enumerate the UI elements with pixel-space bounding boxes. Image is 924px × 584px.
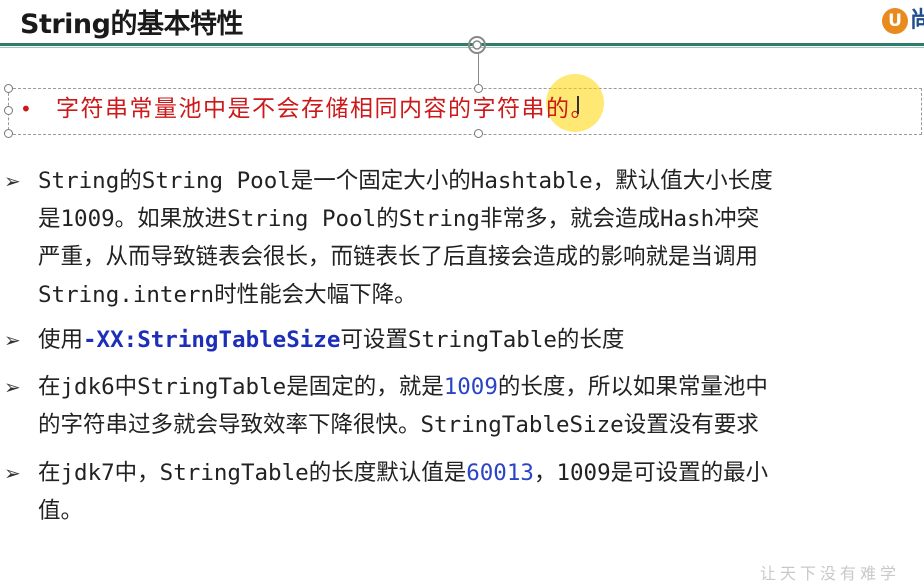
resize-handle-bottom-left[interactable] xyxy=(4,129,13,138)
text-prefix: 在jdk6中StringTable是固定的，就是 xyxy=(38,374,444,400)
resize-handle-top-left[interactable] xyxy=(4,84,13,93)
list-item-text: 使用-XX:StringTableSize可设置StringTable的长度 xyxy=(38,321,922,359)
arrow-bullet-icon: ➢ xyxy=(4,461,21,485)
list-item-text: 在jdk6中StringTable是固定的，就是1009的长度，所以如果常量池中… xyxy=(38,368,922,444)
text-prefix: 在jdk7中，StringTable的长度默认值是 xyxy=(38,460,467,486)
line: 严重，从而导致链表会很长，而链表长了后直接会造成的影响就是当调用 xyxy=(38,244,759,270)
brand-logo: U 尚 xyxy=(882,6,924,38)
text-suffix: 可设置StringTable的长度 xyxy=(340,327,625,353)
logo-mark-icon: U xyxy=(882,8,908,34)
line: 在jdk6中StringTable是固定的，就是1009的长度，所以如果常量池中 xyxy=(38,368,922,406)
slide-title: String的基本特性 xyxy=(20,9,243,40)
arrow-bullet-icon: ➢ xyxy=(4,169,21,193)
line: String.intern时性能会大幅下降。 xyxy=(38,282,417,308)
resize-handle-mid-left[interactable] xyxy=(4,106,13,115)
text-suffix: ，1009是可设置的最小 xyxy=(533,460,769,486)
highlight-number: 60013 xyxy=(466,460,534,486)
resize-handle-top-center[interactable] xyxy=(474,84,483,93)
line: 在jdk7中，StringTable的长度默认值是60013，1009是可设置的… xyxy=(38,454,922,492)
title-divider-thin xyxy=(0,47,924,48)
text-suffix: 的长度，所以如果常量池中 xyxy=(497,374,768,400)
logo-text: 尚 xyxy=(910,8,924,33)
text-cursor-icon xyxy=(577,96,579,114)
resize-handle-bottom-center[interactable] xyxy=(474,129,483,138)
line: 的字符串过多就会导致效率下降很快。StringTableSize设置没有要求 xyxy=(38,412,759,438)
callout-text[interactable]: 字符串常量池中是不会存储相同内容的字符串的。 xyxy=(56,95,595,123)
watermark: 让天下没有难学 xyxy=(760,564,901,583)
jvm-flag-keyword: -XX:StringTableSize xyxy=(83,327,341,353)
line: String的String Pool是一个固定大小的Hashtable，默认值大… xyxy=(38,168,773,194)
text-prefix: 使用 xyxy=(38,327,84,353)
list-item-text: 在jdk7中，StringTable的长度默认值是60013，1009是可设置的… xyxy=(38,454,922,530)
rotate-handle-icon[interactable] xyxy=(466,34,488,56)
arrow-bullet-icon: ➢ xyxy=(4,375,21,399)
highlight-number: 1009 xyxy=(443,374,498,400)
rotate-handle-stem xyxy=(478,54,479,88)
callout-bullet: • xyxy=(20,97,32,121)
arrow-bullet-icon: ➢ xyxy=(4,328,21,352)
line: 值。 xyxy=(38,498,84,524)
title-divider xyxy=(0,43,924,46)
line: 是1009。如果放进String Pool的String非常多，就会造成Hash… xyxy=(38,206,760,232)
list-item-text: String的String Pool是一个固定大小的Hashtable，默认值大… xyxy=(38,162,922,314)
